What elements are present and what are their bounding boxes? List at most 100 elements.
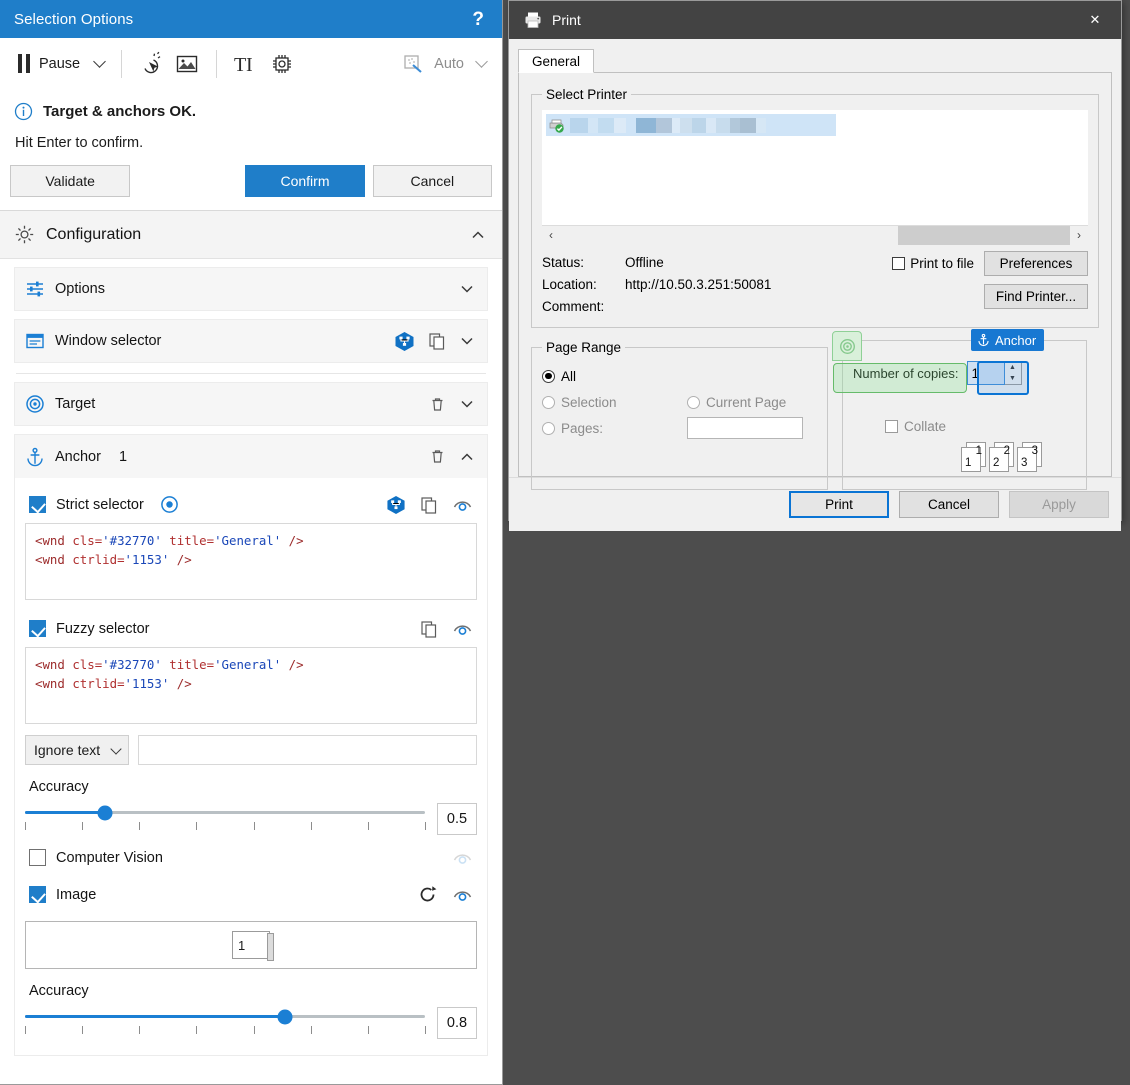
strict-selector-row[interactable]: Strict selector (25, 486, 477, 523)
radio-pages[interactable]: Pages: (542, 415, 687, 441)
image-preview-value: 1 (238, 937, 246, 953)
image-preview-box[interactable]: 1 (25, 921, 477, 969)
status-area: Target & anchors OK. Hit Enter to confir… (0, 90, 502, 151)
fuzzy-selector-code[interactable]: <wnd cls='#32770' title='General' /> <wn… (25, 647, 477, 724)
print-lower-groups: Page Range All Selection Current Page Pa… (531, 329, 1099, 490)
collate-checkbox[interactable] (885, 420, 898, 433)
ignore-text-dropdown[interactable]: Ignore text (25, 735, 130, 765)
card-options[interactable]: Options (14, 267, 488, 311)
anchor-overlay-badge: Anchor (971, 329, 1045, 351)
scroll-thumb[interactable] (898, 225, 1070, 245)
copy-icon-strict[interactable] (420, 496, 438, 514)
card-window-selector[interactable]: Window selector (14, 319, 488, 363)
chevron-down-icon[interactable] (93, 55, 106, 68)
radio-all[interactable]: All (542, 363, 817, 389)
chevron-down-icon-auto[interactable] (475, 55, 488, 68)
computer-vision-row[interactable]: Computer Vision (25, 839, 477, 876)
cancel-button[interactable]: Cancel (372, 164, 492, 197)
indicate-eye-icon-image[interactable] (452, 884, 473, 905)
printer-list-item[interactable] (546, 114, 836, 136)
radio-all-button[interactable] (542, 369, 555, 383)
magic-select-icon (404, 54, 422, 73)
accuracy-image-value[interactable]: 0.8 (437, 1007, 477, 1039)
accuracy-selector-slider[interactable] (25, 801, 426, 839)
image-capture-icon[interactable] (169, 47, 205, 81)
strict-selector-checkbox[interactable] (29, 496, 46, 513)
code-close-f: /> (281, 657, 304, 672)
card-target[interactable]: Target (14, 382, 488, 426)
code-attr: cls= (72, 533, 103, 548)
image-checkbox[interactable] (29, 886, 46, 903)
radio-pages-button[interactable] (542, 421, 555, 435)
printer-list-hscrollbar[interactable]: ‹ › (542, 225, 1088, 245)
strict-selector-code[interactable]: <wnd cls='#32770' title='General' /> <wn… (25, 523, 477, 600)
pages-input[interactable] (687, 417, 803, 439)
cpu-automation-icon[interactable] (264, 47, 300, 81)
preferences-button[interactable]: Preferences (984, 251, 1088, 276)
tab-general[interactable]: General (518, 49, 595, 73)
radio-current-page-button[interactable] (687, 395, 700, 409)
scroll-left-icon[interactable]: ‹ (542, 225, 560, 245)
hierarchy-tree-icon-strict[interactable] (386, 495, 406, 515)
slider-thumb-2[interactable] (277, 1009, 293, 1024)
radio-current-page-label: Current Page (706, 394, 787, 410)
radio-selection-button[interactable] (542, 395, 555, 409)
collate-row[interactable]: Collate (885, 419, 1076, 434)
chevron-down-icon-window[interactable] (459, 333, 475, 349)
indicate-eye-icon-fuzzy[interactable] (452, 618, 473, 639)
validate-button[interactable]: Validate (10, 164, 131, 197)
code-tag-f: <wnd (35, 657, 73, 672)
refresh-recapture-icon[interactable] (417, 884, 438, 905)
print-tabstrip: General (518, 49, 1112, 73)
configuration-scroll-area[interactable]: Configuration Options Window selector Ta… (0, 211, 502, 1084)
accuracy-image-slider[interactable] (25, 1005, 426, 1043)
copy-icon-fuzzy[interactable] (420, 620, 438, 638)
code-value: '#32770' (102, 533, 162, 548)
find-printer-button[interactable]: Find Printer... (984, 284, 1088, 309)
auto-mode-button[interactable]: Auto (403, 47, 490, 81)
printer-name-redacted (570, 117, 766, 133)
svg-text:I: I (246, 54, 253, 76)
pause-button[interactable]: Pause (12, 47, 110, 81)
location-value: http://10.50.3.251:50081 (625, 276, 772, 292)
accuracy-image-label: Accuracy (29, 983, 89, 999)
location-key: Location: (542, 276, 597, 292)
radio-selection[interactable]: Selection (542, 389, 687, 415)
image-row[interactable]: Image (25, 876, 477, 913)
print-to-file-checkbox[interactable]: Print to file (892, 256, 974, 271)
gear-icon (15, 225, 34, 244)
ignore-text-input[interactable] (138, 735, 477, 765)
chevron-down-icon-target[interactable] (459, 396, 475, 412)
close-icon[interactable]: ✕ (1073, 1, 1117, 39)
ignore-text-label: Ignore text (34, 742, 101, 758)
scroll-right-icon[interactable]: › (1070, 225, 1088, 245)
text-capture-icon[interactable]: T I (228, 47, 264, 81)
print-dialog-body: General Select Printer ‹ › Status: Offli… (509, 39, 1121, 490)
configuration-section-header[interactable]: Configuration (0, 211, 502, 259)
trash-icon[interactable] (429, 396, 446, 413)
radio-current-page[interactable]: Current Page (687, 389, 786, 415)
fuzzy-selector-checkbox[interactable] (29, 620, 46, 637)
chevron-up-icon[interactable] (470, 227, 486, 243)
click-action-icon[interactable] (133, 47, 169, 81)
card-anchor[interactable]: Anchor 1 (14, 434, 488, 478)
help-icon[interactable]: ? (468, 10, 488, 29)
hierarchy-tree-icon[interactable] (394, 331, 415, 352)
print-to-file-box[interactable] (892, 257, 906, 270)
selection-options-window: Selection Options ? Pause T I Auto Targe… (0, 0, 503, 1085)
confirm-button[interactable]: Confirm (245, 164, 365, 197)
chevron-up-icon-anchor[interactable] (459, 449, 475, 465)
fuzzy-selector-row[interactable]: Fuzzy selector (25, 610, 477, 647)
target-icon-strict[interactable] (160, 495, 179, 514)
print-cancel-button[interactable]: Cancel (899, 491, 999, 518)
copy-icon[interactable] (428, 332, 446, 350)
scroll-trough[interactable] (560, 225, 1070, 245)
trash-icon-anchor[interactable] (429, 448, 446, 465)
accuracy-selector-value[interactable]: 0.5 (437, 803, 477, 835)
slider-thumb[interactable] (97, 805, 113, 820)
computer-vision-checkbox[interactable] (29, 849, 46, 866)
chevron-down-icon-options[interactable] (459, 281, 475, 297)
indicate-eye-icon-strict[interactable] (452, 494, 473, 515)
print-button[interactable]: Print (789, 491, 889, 518)
printer-list[interactable] (542, 110, 1088, 225)
